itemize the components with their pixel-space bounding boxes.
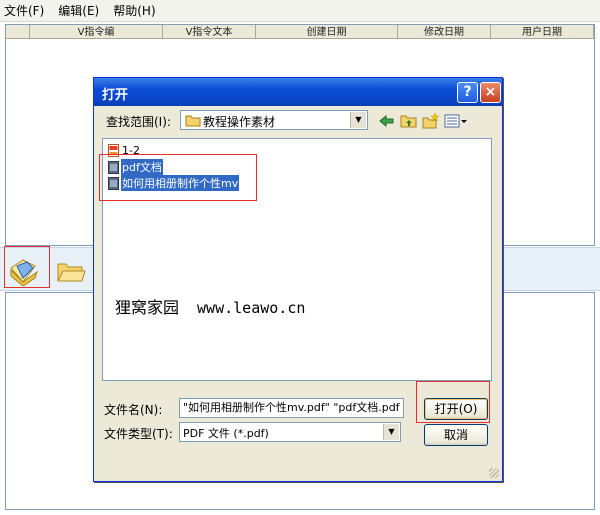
filetype-select[interactable]: PDF 文件 (*.pdf) ▼ xyxy=(179,422,401,442)
file-name: pdf文档 xyxy=(121,159,163,175)
open-folder-button[interactable] xyxy=(50,250,92,290)
open-dialog: 打开 ? × 查找范围(I): 教程操作素材 ▼ 1-2 pdf文档 如何用相册… xyxy=(93,77,503,482)
col-header-created[interactable]: 创建日期 xyxy=(256,25,398,38)
back-button[interactable] xyxy=(378,112,396,130)
chevron-down-icon[interactable]: ▼ xyxy=(350,112,366,128)
new-folder-icon xyxy=(422,112,440,129)
pdf-file-icon xyxy=(108,160,119,174)
up-folder-icon xyxy=(400,115,417,128)
resize-grip[interactable] xyxy=(489,468,499,478)
lookin-select[interactable]: 教程操作素材 ▼ xyxy=(180,110,368,130)
list-item[interactable]: 如何用相册制作个性mv xyxy=(108,175,240,191)
col-header-id[interactable]: V指令编 xyxy=(30,25,163,38)
folder-icon xyxy=(57,263,86,282)
col-header-modified[interactable]: 修改日期 xyxy=(398,25,491,38)
folder-icon xyxy=(185,114,201,130)
watermark: 狸窝家园 www.leawo.cn xyxy=(115,294,305,318)
pdf-file-icon xyxy=(108,143,119,157)
lookin-label: 查找范围(I): xyxy=(106,115,171,129)
lookin-value: 教程操作素材 xyxy=(203,115,276,129)
chevron-down-icon[interactable]: ▼ xyxy=(383,424,399,440)
new-folder-button[interactable] xyxy=(422,112,440,130)
list-header: V指令编 V指令文本 创建日期 修改日期 用户日期 xyxy=(6,25,594,39)
view-menu-button[interactable] xyxy=(444,112,468,130)
list-header-spacer xyxy=(6,25,30,38)
file-list[interactable]: 1-2 pdf文档 如何用相册制作个性mv 狸窝家园 www.leawo.cn xyxy=(102,138,492,381)
col-header-text[interactable]: V指令文本 xyxy=(163,25,256,38)
open-pdf-icon xyxy=(10,259,38,286)
filename-input[interactable]: "如何用相册制作个性mv.pdf" "pdf文档.pdf xyxy=(179,398,404,418)
up-folder-button[interactable] xyxy=(400,112,418,130)
file-name: 如何用相册制作个性mv xyxy=(121,175,240,191)
close-button[interactable]: × xyxy=(480,82,501,103)
file-name: 1-2 xyxy=(122,143,140,157)
view-menu-icon xyxy=(444,114,467,128)
watermark-url: www.leawo.cn xyxy=(197,299,306,317)
menu-file[interactable]: 文件(F) xyxy=(4,2,44,19)
menu-help[interactable]: 帮助(H) xyxy=(113,2,155,19)
open-pdf-button[interactable] xyxy=(4,250,46,290)
cancel-button[interactable]: 取消 xyxy=(424,424,488,446)
col-header-user-date[interactable]: 用户日期 xyxy=(491,25,594,38)
filename-label: 文件名(N): xyxy=(104,403,163,417)
menubar: 文件(F) 编辑(E) 帮助(H) xyxy=(0,0,600,22)
dialog-titlebar[interactable]: 打开 ? × xyxy=(94,78,502,106)
help-button[interactable]: ? xyxy=(457,82,478,103)
list-item[interactable]: pdf文档 xyxy=(108,159,163,175)
open-button[interactable]: 打开(O) xyxy=(424,398,488,420)
filetype-label: 文件类型(T): xyxy=(104,427,173,441)
filetype-value: PDF 文件 (*.pdf) xyxy=(183,427,269,440)
dialog-title: 打开 xyxy=(102,88,129,103)
watermark-brand: 狸窝家园 xyxy=(115,298,180,317)
back-arrow-icon xyxy=(379,114,394,128)
menu-edit[interactable]: 编辑(E) xyxy=(58,2,99,19)
pdf-file-icon xyxy=(108,176,119,190)
list-item[interactable]: 1-2 xyxy=(108,143,141,157)
